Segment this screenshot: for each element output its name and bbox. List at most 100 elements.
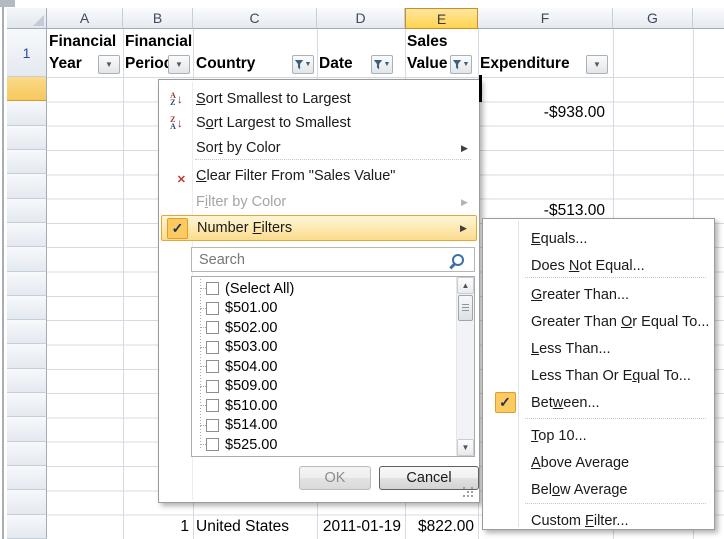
filter-value-row[interactable]: $504.00: [192, 357, 457, 377]
checkbox[interactable]: [206, 438, 219, 451]
cell-financial-year[interactable]: [47, 393, 118, 417]
column-header-g[interactable]: G: [613, 8, 693, 29]
filter-dropdown-button-financial-year[interactable]: ▼: [98, 55, 120, 74]
filter-value-row[interactable]: $510.00: [192, 396, 457, 416]
menu-item-clear-filter[interactable]: ✕ Clear Filter From "Sales Value": [161, 164, 477, 188]
row-header[interactable]: [7, 247, 47, 271]
filter-value-row[interactable]: $509.00: [192, 377, 457, 397]
checkbox[interactable]: [206, 302, 219, 315]
resize-grip[interactable]: [463, 487, 475, 499]
row-header[interactable]: [7, 77, 47, 101]
select-all-corner[interactable]: [7, 8, 47, 29]
menu-item-number-filters[interactable]: ✓ Number Filters ▶: [161, 215, 477, 241]
cell-financial-year[interactable]: [47, 344, 118, 368]
cell-financial-year[interactable]: [47, 247, 118, 271]
cell-financial-year[interactable]: [47, 223, 118, 247]
filter-value-row[interactable]: $501.00: [192, 299, 457, 319]
row-header[interactable]: [7, 223, 47, 247]
cell-f3[interactable]: -$938.00: [478, 101, 605, 125]
row-header[interactable]: [7, 320, 47, 344]
cell-financial-year[interactable]: [47, 296, 118, 320]
search-icon[interactable]: [452, 254, 464, 266]
header-expenditure[interactable]: Expenditure: [480, 53, 570, 75]
submenu-item-between[interactable]: ✓Between...: [485, 389, 712, 416]
column-header-partial[interactable]: [693, 8, 724, 29]
row-header[interactable]: [7, 344, 47, 368]
cell-financial-year[interactable]: [47, 272, 118, 296]
filter-active-button-sales-value[interactable]: ▼: [450, 55, 472, 74]
row-header[interactable]: [7, 101, 47, 125]
filter-value-row[interactable]: (Select All): [192, 279, 457, 299]
cell-financial-year[interactable]: [47, 126, 118, 150]
checkbox[interactable]: [206, 419, 219, 432]
row-header[interactable]: [7, 174, 47, 198]
submenu-item-less-than[interactable]: Less Than...: [485, 335, 712, 362]
scroll-up-button[interactable]: ▲: [457, 277, 474, 294]
submenu-item-custom-filter[interactable]: Custom Filter...: [485, 507, 712, 534]
submenu-item-top-10[interactable]: Top 10...: [485, 422, 712, 449]
filter-value-row[interactable]: $503.00: [192, 338, 457, 358]
filter-active-button-country[interactable]: ▼: [292, 55, 314, 74]
row-header[interactable]: [7, 126, 47, 150]
menu-item-sort-smallest-to-largest[interactable]: AZ↓ Sort Smallest to Largest: [161, 87, 477, 111]
cell-financial-year[interactable]: [47, 199, 118, 223]
submenu-item-less-than-or-equal[interactable]: Less Than Or Equal To...: [485, 362, 712, 389]
checkbox[interactable]: [206, 341, 219, 354]
cell-d20[interactable]: 2011-01-19: [317, 515, 401, 539]
cell-c20[interactable]: United States: [196, 515, 316, 539]
row-header[interactable]: [7, 199, 47, 223]
filter-active-button-date[interactable]: ▼: [371, 55, 393, 74]
menu-item-sort-by-color[interactable]: Sort by Color ▶: [161, 136, 477, 160]
checkbox[interactable]: [206, 399, 219, 412]
cell-financial-year[interactable]: [47, 150, 118, 174]
filter-value-row[interactable]: [192, 455, 457, 457]
row-header[interactable]: [7, 490, 47, 514]
row-header[interactable]: [7, 393, 47, 417]
header-country[interactable]: Country: [196, 53, 255, 75]
submenu-item-below-average[interactable]: Below Average: [485, 476, 712, 503]
scrollbar-thumb[interactable]: [458, 295, 473, 321]
column-header-e-selected[interactable]: E: [405, 8, 478, 29]
cell-financial-year[interactable]: [47, 417, 118, 441]
column-header-f[interactable]: F: [478, 8, 613, 29]
filter-value-row[interactable]: $525.00: [192, 435, 457, 455]
row-header[interactable]: [7, 150, 47, 174]
checkbox[interactable]: [206, 282, 219, 295]
checkbox[interactable]: [206, 360, 219, 373]
cell-financial-year[interactable]: [47, 101, 118, 125]
submenu-item-greater-than[interactable]: Greater Than...: [485, 281, 712, 308]
cell-financial-year[interactable]: [47, 515, 118, 539]
menu-item-sort-largest-to-smallest[interactable]: ZA↓ Sort Largest to Smallest: [161, 111, 477, 135]
row-header[interactable]: [7, 272, 47, 296]
row-header[interactable]: [7, 417, 47, 441]
submenu-item-above-average[interactable]: Above Average: [485, 449, 712, 476]
cell-financial-year[interactable]: [47, 490, 118, 514]
cell-financial-year[interactable]: [47, 77, 118, 101]
row-header[interactable]: [7, 296, 47, 320]
submenu-item-greater-than-or-equal[interactable]: Greater Than Or Equal To...: [485, 308, 712, 335]
cell-financial-year[interactable]: [47, 369, 118, 393]
checkbox[interactable]: [206, 321, 219, 334]
search-input[interactable]: Search: [191, 247, 475, 272]
cell-financial-year[interactable]: [47, 466, 118, 490]
submenu-item-equals[interactable]: Equals...: [485, 225, 712, 252]
column-header-d[interactable]: D: [317, 8, 405, 29]
cell-financial-year[interactable]: [47, 174, 118, 198]
cell-financial-year[interactable]: [47, 442, 118, 466]
row-header[interactable]: [7, 515, 47, 539]
cell-e20[interactable]: $822.00: [405, 515, 474, 539]
row-header-1[interactable]: 1: [7, 29, 47, 77]
filter-value-row[interactable]: $514.00: [192, 416, 457, 436]
column-header-c[interactable]: C: [193, 8, 317, 29]
filter-dropdown-button-expenditure[interactable]: ▼: [586, 55, 608, 74]
checkbox[interactable]: [206, 380, 219, 393]
row-header[interactable]: [7, 442, 47, 466]
cell-financial-year[interactable]: [47, 320, 118, 344]
row-header[interactable]: [7, 466, 47, 490]
cell-b20[interactable]: 1: [123, 515, 189, 539]
header-date[interactable]: Date: [319, 53, 353, 75]
list-scrollbar[interactable]: ▲ ▼: [456, 277, 474, 456]
column-header-a[interactable]: A: [47, 8, 123, 29]
row-header[interactable]: [7, 369, 47, 393]
filter-value-row[interactable]: $502.00: [192, 318, 457, 338]
